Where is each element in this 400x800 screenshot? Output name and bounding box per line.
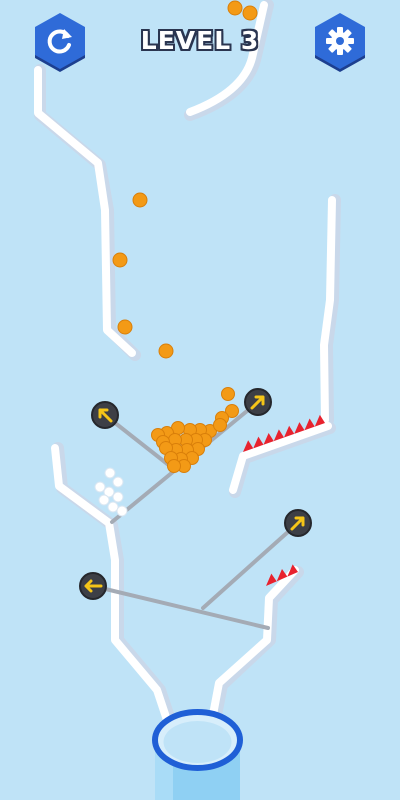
white-ball [112,476,124,488]
pin-right-lower[interactable] [284,509,312,537]
settings-button[interactable] [311,12,369,74]
white-ball [112,491,124,503]
background [0,0,400,800]
gear-icon [315,13,365,72]
orange-ball [221,387,235,401]
white-ball [107,501,119,513]
white-ball [98,494,110,506]
orange-ball [132,192,148,208]
restart-icon [35,13,85,72]
white-ball [94,481,106,493]
orange-ball [213,418,227,432]
white-ball [104,467,116,479]
orange-ball [242,5,258,21]
orange-ball [158,343,174,359]
pin-left-lower[interactable] [79,572,107,600]
orange-ball [117,319,133,335]
pin-left-upper[interactable] [91,401,119,429]
pin-right-upper[interactable] [244,388,272,416]
orange-ball [167,459,181,473]
white-ball [116,505,128,517]
orange-ball [112,252,128,268]
game-scene [0,0,400,800]
level-title: LEVEL 3 [140,26,260,55]
collection-cup [152,709,243,800]
orange-ball [227,0,243,16]
restart-button[interactable] [31,12,89,74]
